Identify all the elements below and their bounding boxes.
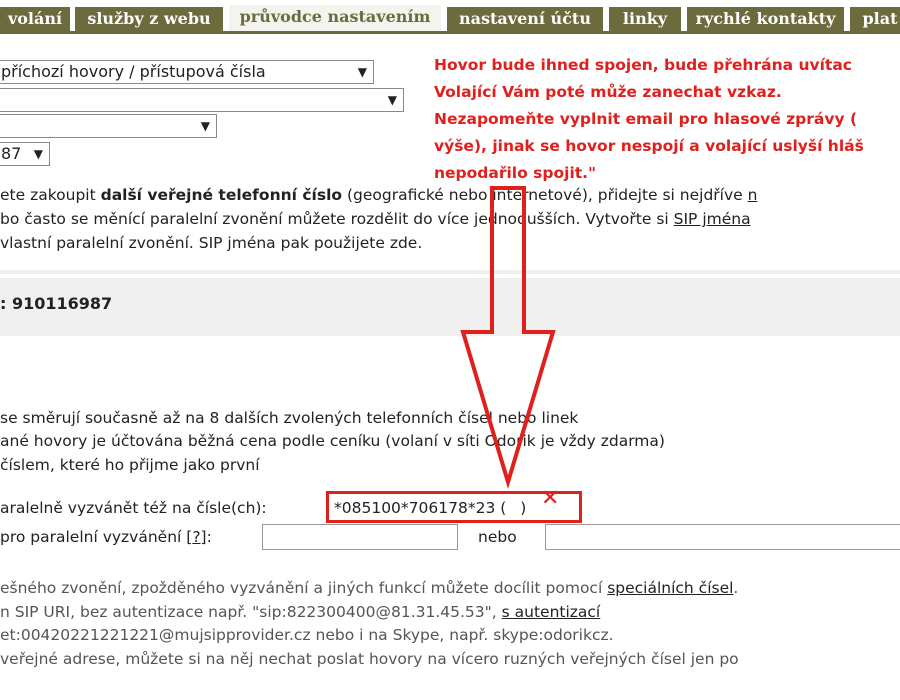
sip-name-input[interactable] xyxy=(262,524,458,550)
tab-plat[interactable]: plat xyxy=(850,7,900,31)
footer-text: ešného zvonění, zpožděného vyzvánění a j… xyxy=(0,579,608,597)
sip-label: pro paralelní vyzvánění [ xyxy=(0,528,193,546)
footer-line-2: n SIP URI, bez autentizace např. "sip:82… xyxy=(0,600,900,624)
tab-rychle-kontakty[interactable]: rychlé kontakty xyxy=(687,7,844,31)
select-second[interactable]: ▼ xyxy=(0,88,404,112)
footer-line-4: veřejné adrese, můžete si na něj nechat … xyxy=(0,650,739,668)
with-auth-link[interactable]: s autentizací xyxy=(502,603,601,621)
select-line-value: 87 xyxy=(1,144,22,163)
special-numbers-link[interactable]: speciálních čísel xyxy=(607,579,733,597)
parallel-label: aralelně vyzvánět též na čísle(ch): xyxy=(0,499,267,517)
annotation-line: výše), jinak se hovor nespojí a volající… xyxy=(434,137,864,155)
tab-volani[interactable]: volání xyxy=(0,7,70,31)
info-line-3: číslem, které ho přijme jako první xyxy=(0,456,260,474)
number-band xyxy=(0,278,900,336)
footer-line-3: et:00420221221221@mujsipprovider.cz nebo… xyxy=(0,626,614,644)
intro-text: ete zakoupit xyxy=(0,186,101,204)
tab-linky[interactable]: linky xyxy=(609,7,681,31)
annotation-line: Volající Vám poté může zanechat vzkaz. xyxy=(434,83,782,101)
footer-text: . xyxy=(733,579,739,597)
help-link[interactable]: ? xyxy=(192,528,200,546)
sip-names-link[interactable]: SIP jména xyxy=(674,210,751,228)
top-tab-bar: volání služby z webu průvodce nastavením… xyxy=(0,0,900,34)
annotation-line: Nezapomeňte vyplnit email pro hlasové zp… xyxy=(434,110,858,128)
select-incoming-calls-value: příchozí hovory / přístupová čísla xyxy=(1,62,266,81)
select-third[interactable]: ▼ xyxy=(0,114,217,138)
annotation-text: Hovor bude ihned spojen, bude přehrána u… xyxy=(434,52,900,187)
sip-uri-input[interactable] xyxy=(545,524,900,550)
tab-pruvodce-nastavenim[interactable]: průvodce nastavením xyxy=(229,5,441,34)
footer-text: n SIP URI, bez autentizace např. "sip:82… xyxy=(0,603,502,621)
footer-line-1: ešného zvonění, zpožděného vyzvánění a j… xyxy=(0,576,900,600)
sip-label-end: ]: xyxy=(200,528,212,546)
info-line-2: ané hovory je účtována běžná cena podle … xyxy=(0,432,665,450)
sip-row-label: pro paralelní vyzvánění [?]: xyxy=(0,525,262,549)
tab-nastaveni-uctu[interactable]: nastavení účtu xyxy=(447,7,603,31)
intro-line-3: vlastní paralelní zvonění. SIP jména pak… xyxy=(0,234,423,252)
phone-number-heading: : 910116987 xyxy=(0,294,113,313)
dropdown-arrow-icon: ▼ xyxy=(33,147,43,161)
intro-text: bo často se měnící paralelní zvonění můž… xyxy=(0,210,674,228)
info-line-1: se směrují současně až na 8 dalších zvol… xyxy=(0,409,579,427)
dropdown-arrow-icon: ▼ xyxy=(387,93,397,107)
or-label: nebo xyxy=(478,528,517,546)
select-line[interactable]: 87 ▼ xyxy=(0,142,50,166)
remove-icon[interactable]: ✕ xyxy=(541,488,559,510)
number-band-top-spacer xyxy=(0,270,900,274)
annotation-line: Hovor bude ihned spojen, bude přehrána u… xyxy=(434,56,852,74)
dropdown-arrow-icon: ▼ xyxy=(357,65,367,79)
parallel-row: aralelně vyzvánět též na čísle(ch): xyxy=(0,496,330,520)
intro-line-1: ete zakoupit další veřejné telefonní čís… xyxy=(0,183,900,207)
tab-underline xyxy=(0,31,900,34)
select-incoming-calls[interactable]: příchozí hovory / přístupová čísla ▼ xyxy=(0,60,374,84)
intro-text: (geografické nebo internetové), přidejte… xyxy=(342,186,748,204)
intro-line-2: bo často se měnící paralelní zvonění můž… xyxy=(0,207,900,231)
tab-sluzby-z-webu[interactable]: služby z webu xyxy=(75,7,223,31)
dropdown-arrow-icon: ▼ xyxy=(200,119,210,133)
intro-link[interactable]: n xyxy=(748,186,758,204)
intro-bold-text: další veřejné telefonní číslo xyxy=(100,186,343,204)
